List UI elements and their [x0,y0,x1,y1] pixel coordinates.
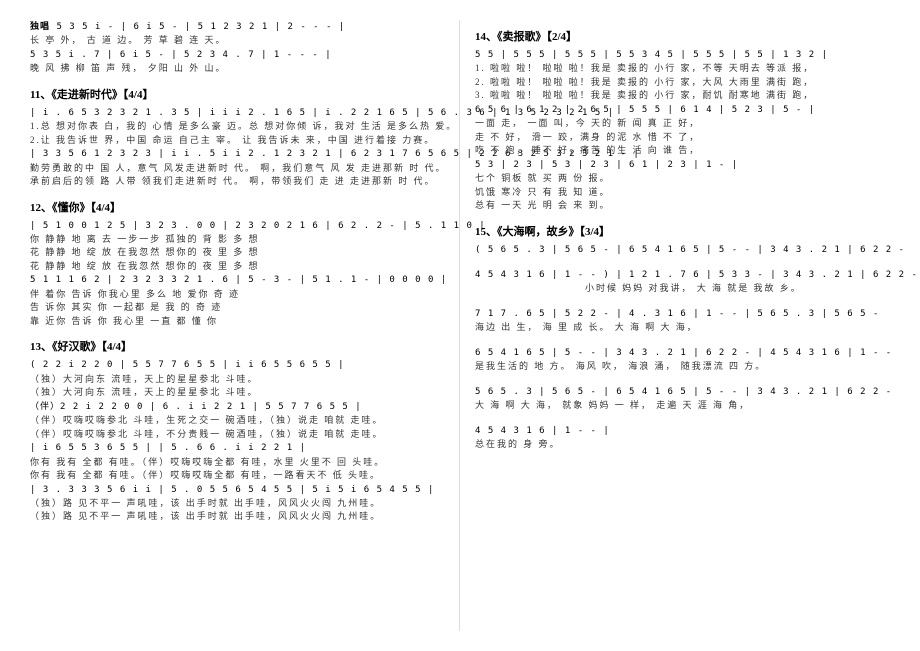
song-11-notation-1: | i . 6 5 3 2 3 2 1 . 3 5 | i i i 2 . 1 … [30,106,444,120]
song-11-title: 11、《走进新时代》【4/4】 [30,86,444,102]
song-15-notation-4: 6 5 4 1 6 5 | 5 - - | 3 4 3 . 2 1 | 6 2 … [475,346,890,360]
song-13-lyric-3b: 你有 我有 全都 有哇。（伴）哎嗨哎嗨全都 有哇，一路看天不 低 头哇。 [30,469,444,483]
song-13-notation-1: ( 2 2 i 2 2 0 | 5 5 7 7 6 5 5 | i i 6 5 … [30,358,444,372]
song-14-lyric-1b: 2. 啦啦 啦！ 啦啦 啦！我是 卖报的 小行 家，大风 大雨里 满街 跑， [475,76,890,90]
song-13-notation-2: （伴）2 2 i 2 2 0 0 | 6 . i i 2 2 1 | 5 5 7… [30,400,444,414]
song-11-lyric-1a: 1.总 想对你表 白，我的 心情 是多么豪 迈。总 想对你倾 诉，我对 生活 是… [30,120,444,134]
song-13-lyric-4b: （独）路 见不平一 声吼哇，该 出手时就 出手哇，风风火火闯 九州哇。 [30,510,444,524]
song-12-lyric-2b: 告 诉你 其实 你 一起都 是 我 的 奇 迹 [30,301,444,315]
song-15-notation-6: 4 5 4 3 1 6 | 1 - - | [475,424,890,438]
song-14-title: 14、《卖报歌》【2/4】 [475,28,890,44]
song-13-lyric-2a: （伴）哎嗨哎嗨参北 斗哇，生死之交一 碗酒哇，（独）说走 咱就 走哇。 [30,414,444,428]
song-14-notation-2: 6 5 6 | 6 1 2 | 2 6 5 | 5 5 5 | 6 1 4 | … [475,103,890,117]
song-12-title: 12、《懂你》【4/4】 [30,199,444,215]
song-12-block: 12、《懂你》【4/4】 | 5 1 0 0 1 2 5 | 3 2 3 . 0… [30,199,444,329]
song-12-lyric-1a: 你 静静 地 离 去 一步一步 孤独的 背 影 多 想 [30,233,444,247]
intro-label: 独唱 [30,22,50,32]
song-15-notation-5: 5 6 5 . 3 | 5 6 5 - | 6 5 4 1 6 5 | 5 - … [475,385,890,399]
song-13-notation-4: | 3 . 3 3 3 5 6 i i | 5 . 0 5 5 6 5 4 5 … [30,483,444,497]
song-14-lyric-2b: 走 不 好， 滑一 跤，满身 的泥 水 惜 不 了， [475,131,890,145]
song-13-lyric-4a: （独）路 见不平一 声吼哇，该 出手时就 出手哇，风风火火闯 九州哇。 [30,497,444,511]
song-15-lyric-2: 小时候 妈妈 对我讲， 大 海 就是 我故 乡。 [475,282,890,296]
song-14-lyric-3b: 饥饿 寒冷 只 有 我 知 道。 [475,186,890,200]
song-15-notation-3: 7 1 7 . 6 5 | 5 2 2 - | 4 . 3 1 6 | 1 - … [475,307,890,321]
song-14-notation-1: 5 5 | 5 5 5 | 5 5 5 | 5 5 3 4 5 | 5 5 5 … [475,48,890,62]
song-12-lyric-1c: 花 静静 地 绽 放 在我忽然 想你的 夜 里 多 想 [30,260,444,274]
song-12-lyric-1b: 花 静静 地 绽 放 在我忽然 想你的 夜 里 多 想 [30,246,444,260]
song-14-lyric-3a: 七个 铜板 就 买 两 份 报。 [475,172,890,186]
song-15-notation-2: 4 5 4 3 1 6 | 1 - - ) | 1 2 1 . 7 6 | 5 … [475,268,890,282]
intro-lyric-2: 晚 风 拂 柳 笛 声 残， 夕阳 山 外 山。 [30,62,444,76]
song-14-lyric-2c: 吃 不 饱， 睡不 好，痛苦 的生 活 向 谁 告， [475,144,890,158]
song-15-notation-1: ( 5 6 5 . 3 | 5 6 5 - | 6 5 4 1 6 5 | 5 … [475,243,890,257]
left-page: 独唱 5 3 5 i - | 6 i 5 - | 5 1 2 3 2 1 | 2… [15,20,460,631]
song-15-lyric-3: 海边 出 生， 海 里 成 长。 大 海 啊 大 海， [475,321,890,335]
song-11-notation-2: | 3 3 5 6 1 2 3 2 3 | i i . 5 i i 2 . 1 … [30,147,444,161]
song-14-notation-3: 5 3 | 2 3 | 5 3 | 2 3 | 6 1 | 2 3 | 1 - … [475,158,890,172]
song-12-lyric-2c: 靠 近你 告诉 你 我心里 一直 都 懂 你 [30,315,444,329]
song-14-lyric-1a: 1. 啦啦 啦！ 啦啦 啦！我是 卖报的 小行 家，不等 天明去 等派 报， [475,62,890,76]
song-13-title: 13、《好汉歌》【4/4】 [30,338,444,354]
song-15-block: 15、《大海啊，故乡》【3/4】 ( 5 6 5 . 3 | 5 6 5 - |… [475,223,890,452]
song-14-lyric-2a: 一面 走， 一面 叫，今 天的 新 闻 真 正 好， [475,117,890,131]
song-15-lyric-4: 是我生活的 地 方。 海风 吹， 海浪 涌， 随我漂流 四 方。 [475,360,890,374]
intro-block: 独唱 5 3 5 i - | 6 i 5 - | 5 1 2 3 2 1 | 2… [30,20,444,76]
song-14-lyric-3c: 总有 一天 光 明 会 来 到。 [475,199,890,213]
song-12-lyric-2a: 伴 着你 告诉 你我心里 多么 地 爱你 奇 迹 [30,288,444,302]
song-15-lyric-5: 大 海 啊 大 海， 就象 妈妈 一 样， 走遍 天 涯 海 角， [475,399,890,413]
song-13-lyric-3a: 你有 我有 全都 有哇。（伴）哎嗨哎嗨全都 有哇，水里 火里不 回 头哇。 [30,456,444,470]
song-13-lyric-1a: （独）大河向东 流哇，天上的星星参北 斗哇。 [30,373,444,387]
song-12-notation-2: 5 1 1 1 6 2 | 2 3 2 3 3 2 1 . 6 | 5 - 3 … [30,273,444,287]
song-14-block: 14、《卖报歌》【2/4】 5 5 | 5 5 5 | 5 5 5 | 5 5 … [475,28,890,213]
song-15-title: 15、《大海啊，故乡》【3/4】 [475,223,890,239]
song-11-block: 11、《走进新时代》【4/4】 | i . 6 5 3 2 3 2 1 . 3 … [30,86,444,189]
song-11-lyric-2b: 承前启后的领 路 人带 领我们走进新时 代。 啊，带领我们 走 进 走进那新 时… [30,175,444,189]
intro-notation-1: 5 3 5 i - | 6 i 5 - | 5 1 2 3 2 1 | 2 - … [56,22,345,32]
song-14-lyric-1c: 3. 啦啦 啦！ 啦啦 啦！我是 卖报的 小行 家，耐饥 耐寒地 满街 跑， [475,89,890,103]
right-page: 14、《卖报歌》【2/4】 5 5 | 5 5 5 | 5 5 5 | 5 5 … [460,20,905,631]
song-13-lyric-1b: （独）大河向东 流哇，天上的星星参北 斗哇。 [30,386,444,400]
intro-notation-2: 5 3 5 i . 7 | 6 i 5 - | 5 2 3 4 . 7 | 1 … [30,48,444,62]
intro-lyric-1: 长 亭 外， 古 道 边。 芳 草 碧 连 天。 [30,34,444,48]
song-13-lyric-2b: （伴）哎嗨哎嗨参北 斗哇，不分贵贱一 碗酒哇，（独）说走 咱就 走哇。 [30,428,444,442]
song-12-notation-1: | 5 1 0 0 1 2 5 | 3 2 3 . 0 0 | 2 3 2 0 … [30,219,444,233]
song-11-lyric-1b: 2.让 我告诉世 界，中国 命运 自己主 宰。 让 我告诉未 来，中国 进行着接… [30,134,444,148]
song-13-notation-3: | i 6 5 5 3 6 5 5 | | 5 . 6 6 . i i 2 2 … [30,441,444,455]
song-15-lyric-6: 总在我的 身 旁。 [475,438,890,452]
song-11-lyric-2a: 勤劳勇敢的中 国 人，意气 风发走进新时 代。 啊，我们意气 风 发 走进那新 … [30,162,444,176]
song-13-block: 13、《好汉歌》【4/4】 ( 2 2 i 2 2 0 | 5 5 7 7 6 … [30,338,444,524]
